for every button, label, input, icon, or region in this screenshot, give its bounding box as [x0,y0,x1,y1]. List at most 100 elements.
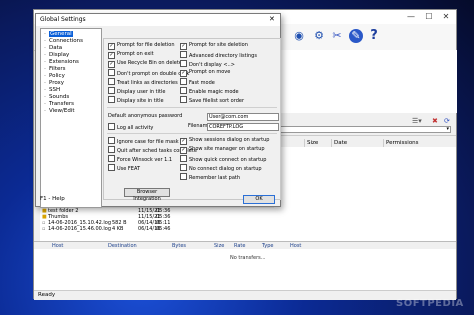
browser-integration-button[interactable]: Browser Integration [124,188,170,202]
checkbox-force-winsock[interactable]: Force Winsock ver 1.1 [108,155,172,164]
checkbox-box[interactable] [180,78,187,85]
checkbox-box[interactable]: ✓ [180,43,187,50]
tree-item-policy[interactable]: - Policy [44,73,65,80]
remote-path-combo[interactable]: ▾ [276,126,451,133]
checkbox-box[interactable]: ✓ [180,138,187,145]
checkbox-prompt-on-exit[interactable]: ✓ Prompt on exit [108,51,154,59]
filename-input[interactable]: COREFTP.LOG [207,123,279,131]
remote-file-list[interactable] [274,147,456,241]
checkbox-box[interactable] [180,60,187,67]
checkbox-box[interactable]: ✓ [108,52,115,59]
refresh-icon[interactable]: ⟳ [444,117,450,125]
anon-password-input[interactable]: User@com.com [207,113,279,121]
checkbox-box[interactable]: ✓ [180,147,187,154]
checkbox-prompt-on-move[interactable]: ✓ Prompt on move [180,69,230,77]
checkbox-box[interactable] [180,155,187,162]
checkbox-box[interactable] [180,173,187,180]
checkbox-box[interactable] [180,164,187,171]
checkbox-sessions-dialog[interactable]: ✓ Show sessions dialog on startup [180,137,269,145]
tree-item-transfers[interactable]: - Transfers [44,101,74,108]
file-name: 14-06-2016_15.46.00.log [48,226,112,232]
checkbox-ignore-case[interactable]: Ignore case for file mask [108,137,179,146]
checkbox-box[interactable] [108,155,115,162]
checkbox-fast-mode[interactable]: Fast mode [180,78,215,87]
local-file-list[interactable]: ■ test folder 2 11/15/21 05:36 ■ Thumbs … [40,208,274,242]
checkbox-box[interactable] [108,164,115,171]
maximize-button[interactable]: ☐ [424,12,434,22]
checkbox-box[interactable] [180,96,187,103]
checkbox-magic-mode[interactable]: Enable magic mode [180,87,239,96]
checkbox-box[interactable] [108,69,115,76]
checkbox-box[interactable] [180,51,187,58]
file-time: 05:46 [156,226,171,232]
checkbox-box[interactable]: ✓ [180,70,187,77]
dialog-title: Global Settings [40,16,86,23]
checkbox-display-site-title[interactable]: Display site in title [108,96,164,105]
checkbox-dont-display-parent[interactable]: Don't display <..> [180,60,235,69]
help-icon[interactable]: ? [367,29,381,43]
help-hint: F1 - Help [40,196,65,202]
tree-item-ssh[interactable]: - SSH [44,87,60,94]
list-item[interactable]: ▫ 14-06-2016_15.46.00.log 4 KB 06/14/16 … [40,226,274,232]
tree-item-view-edit[interactable]: - View/Edit [44,108,75,115]
checkbox-quick-connect[interactable]: Show quick connect on startup [180,155,266,164]
checkbox-box[interactable] [108,137,115,144]
remote-log-pane [274,50,457,113]
delete-icon[interactable]: ✖ [432,117,438,125]
status-bar: Ready [34,290,456,300]
close-window-button[interactable]: ✕ [441,12,451,22]
tree-item-connections[interactable]: - Connections [44,38,83,45]
status-text: Ready [38,292,56,298]
tree-item-proxy[interactable]: - Proxy [44,80,64,87]
checkbox-prompt-site-deletion[interactable]: ✓ Prompt for site deletion [180,42,248,50]
action-dropdown-icon[interactable]: ☰▾ [412,117,422,125]
divider [107,107,277,108]
file-icon: ▫ [42,226,46,232]
checkbox-box[interactable] [108,96,115,103]
settings-tree[interactable]: - General - Connections - Data - Display - Ex… [40,28,102,208]
tree-item-general[interactable]: - General [44,31,73,38]
checkbox-no-connect-dialog[interactable]: No connect dialog on startup [180,164,262,173]
tree-item-display[interactable]: - Display [44,52,69,59]
queue-status-text: No transfers... [230,255,266,261]
checkbox-use-feat[interactable]: Use FEAT [108,164,140,173]
checkbox-box[interactable] [108,87,115,94]
tree-item-extensions[interactable]: - Extensions [44,59,79,66]
tree-item-data[interactable]: - Data [44,45,62,52]
checkbox-box[interactable]: ✓ [108,43,115,50]
remote-toolbar: ☰▾ ✖ ⟳ ▾ [274,113,456,136]
checkbox-dont-prompt-double-click[interactable]: Don't prompt on double click [108,69,189,78]
checkbox-remember-path[interactable]: Remember last path [180,173,240,182]
checkbox-save-sort-order[interactable]: Save filelist sort order [180,96,244,105]
checkbox-site-manager[interactable]: ✓ Show site manager on startup [180,146,265,154]
column-permissions[interactable]: Permissions [383,139,419,147]
checkbox-treat-links-directories[interactable]: Treat links as directories [108,78,178,87]
tree-item-sounds[interactable]: - Sounds [44,94,69,101]
checkbox-log-activity[interactable]: Log all activity [108,123,153,132]
checkbox-box[interactable] [108,78,115,85]
checkbox-box[interactable]: ✓ [108,61,115,68]
edit-icon[interactable]: ✎ [349,29,363,43]
checkbox-prompt-file-deletion[interactable]: ✓ Prompt for file deletion [108,42,175,50]
checkbox-use-recycle-bin[interactable]: ✓ Use Recycle Bin on delete [108,60,182,68]
checkbox-box[interactable] [108,123,115,130]
link-icon[interactable]: ✂ [330,29,344,43]
eye-icon[interactable]: ◉ [292,29,306,43]
column-date[interactable]: Date [331,139,382,147]
checkbox-advanced-listings[interactable]: Advanced directory listings [180,51,257,60]
checkbox-display-user-title[interactable]: Display user in title [108,87,165,96]
checkbox-box[interactable] [180,87,187,94]
settings-icon[interactable]: ⚙ [312,29,326,43]
divider [107,133,277,134]
checkbox-box[interactable] [108,146,115,153]
tree-item-filters[interactable]: - Filters [44,66,66,73]
file-size: 4 KB [112,226,124,232]
general-settings-group: ✓ Prompt for file deletion ✓ Prompt on exi… [103,38,281,202]
minimize-button[interactable]: — [406,12,416,22]
dialog-titlebar: Global Settings ✕ [36,14,280,26]
anon-password-label: Default anonymous password [108,113,183,119]
ok-button[interactable]: OK [243,195,275,204]
transfer-queue[interactable]: No transfers... [34,249,456,291]
column-size[interactable]: Size [304,139,318,147]
dialog-close-button[interactable]: ✕ [269,15,275,23]
